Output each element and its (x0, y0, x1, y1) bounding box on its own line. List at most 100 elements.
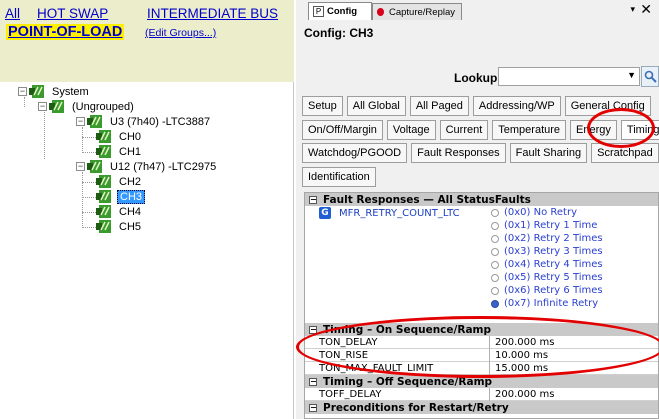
retry-option-label: (0x2) Retry 2 Times (504, 233, 603, 244)
tab-all-paged[interactable]: All Paged (409, 96, 469, 116)
config-tab-row: Identification (302, 167, 380, 188)
tree-label: CH4 (119, 205, 142, 218)
tab-current[interactable]: Current (439, 120, 489, 140)
close-icon[interactable]: ✕ (640, 1, 652, 18)
tree-label: System (52, 85, 89, 98)
radio-button[interactable] (491, 247, 499, 256)
retry-option[interactable]: (0x1) Retry 1 Time (491, 219, 603, 232)
tree-label: (Ungrouped) (72, 100, 134, 113)
tree-node-system[interactable]: − System (18, 84, 91, 99)
collapse-icon[interactable]: − (309, 403, 317, 412)
config-title: Config: CH3 (304, 26, 374, 40)
retry-option[interactable]: (0x3) Retry 3 Times (491, 245, 603, 258)
collapse-icon[interactable]: − (76, 117, 85, 126)
tree-node-ch1[interactable]: CH1 (96, 144, 143, 159)
record-icon (377, 8, 384, 16)
retry-count-label: MFR_RETRY_COUNT_LTC (339, 207, 460, 219)
tree-label: CH0 (119, 130, 142, 143)
collapse-icon[interactable]: − (309, 377, 317, 386)
tab-all-global[interactable]: All Global (346, 96, 406, 116)
group-link-all[interactable]: All (5, 6, 20, 21)
radio-button[interactable] (491, 299, 499, 308)
retry-option-label: (0x7) Infinite Retry (504, 298, 599, 309)
lookup-label: Lookup: (454, 71, 502, 85)
radio-button[interactable] (491, 286, 499, 295)
group-link-hot-swap[interactable]: HOT SWAP (37, 6, 108, 21)
chip-icon (49, 100, 64, 113)
property-row-toff-delay[interactable]: TOFF_DELAY 200.000 ms (305, 388, 658, 401)
chip-icon (96, 220, 111, 233)
tab-capture-replay[interactable]: Capture/Replay (372, 3, 462, 20)
retry-option-label: (0x6) Retry 6 Times (504, 285, 603, 296)
category-fault-responses[interactable]: − Fault Responses — All StatusFaults (305, 193, 658, 206)
radio-button[interactable] (491, 221, 499, 230)
tab-identification[interactable]: Identification (302, 167, 376, 187)
tab-on-off-margin[interactable]: On/Off/Margin (302, 120, 383, 140)
tab-config[interactable]: P Config (308, 2, 372, 20)
retry-option[interactable]: (0x5) Retry 5 Times (491, 271, 603, 284)
collapse-icon[interactable]: − (18, 87, 27, 96)
tree-label: U3 (7h40) -LTC3887 (110, 115, 211, 128)
lookup-input[interactable]: ▼ (498, 67, 640, 86)
tree-node-ch5[interactable]: CH5 (96, 219, 143, 234)
tree-node-ch3[interactable]: CH3 (96, 189, 146, 204)
tree-node-ch0[interactable]: CH0 (96, 129, 143, 144)
tab-menu-icon[interactable]: ▾ (630, 4, 635, 15)
radio-button[interactable] (491, 273, 499, 282)
tree-node-ch4[interactable]: CH4 (96, 204, 143, 219)
tab-setup[interactable]: Setup (302, 96, 343, 116)
radio-button[interactable] (491, 208, 499, 217)
retry-option-selected[interactable]: (0x7) Infinite Retry (491, 297, 603, 310)
tab-watchdog-pgood[interactable]: Watchdog/PGOOD (302, 143, 408, 163)
category-label: Preconditions for Restart/Retry (323, 401, 509, 414)
chip-icon (96, 205, 111, 218)
tree-label: CH3 (117, 189, 146, 204)
tab-config-label: Config (327, 6, 358, 17)
chip-icon (87, 160, 102, 173)
tree-node-ungrouped[interactable]: − (Ungrouped) (38, 99, 136, 114)
chip-icon (87, 115, 102, 128)
property-value[interactable]: 200.000 ms (492, 388, 554, 401)
tree-node-u3[interactable]: − U3 (7h40) -LTC3887 (76, 114, 212, 129)
annotation-circle-on-sequence (296, 316, 659, 378)
tree-label: CH2 (119, 175, 142, 188)
tree-label: CH1 (119, 145, 142, 158)
tab-addressing-wp[interactable]: Addressing/WP (472, 96, 561, 116)
tab-voltage[interactable]: Voltage (386, 120, 436, 140)
radio-button[interactable] (491, 234, 499, 243)
tree-node-ch2[interactable]: CH2 (96, 174, 143, 189)
retry-option[interactable]: (0x0) No Retry (491, 206, 603, 219)
annotation-circle-timing (587, 108, 655, 148)
radio-button[interactable] (491, 260, 499, 269)
tree-label: CH5 (119, 220, 142, 233)
group-link-point-of-load[interactable]: POINT-OF-LOAD (6, 24, 125, 40)
collapse-icon[interactable]: − (309, 195, 317, 204)
dropdown-arrow-icon[interactable]: ▼ (627, 70, 636, 80)
register-icon: G (319, 207, 331, 219)
config-tab-row: Watchdog/PGOOD Fault Responses Fault Sha… (302, 143, 659, 164)
property-name: G MFR_RETRY_COUNT_LTC (319, 207, 460, 219)
retry-option[interactable]: (0x6) Retry 6 Times (491, 284, 603, 297)
left-pane: All HOT SWAP INTERMEDIATE BUS POINT-OF-L… (0, 0, 294, 419)
lookup-search-button[interactable] (641, 66, 659, 87)
category-preconditions[interactable]: − Preconditions for Restart/Retry (305, 401, 658, 414)
tab-temperature[interactable]: Temperature (492, 120, 567, 140)
retry-option-label: (0x5) Retry 5 Times (504, 272, 603, 283)
chip-icon (29, 85, 44, 98)
chip-icon (96, 190, 111, 203)
retry-option-label: (0x0) No Retry (504, 207, 578, 218)
chip-icon (96, 130, 111, 143)
device-tree: − System − (Ungrouped) − U3 (7h40) -LTC3… (0, 82, 294, 419)
tab-fault-responses[interactable]: Fault Responses (411, 143, 506, 163)
retry-option[interactable]: (0x4) Retry 4 Times (491, 258, 603, 271)
group-link-intermediate-bus[interactable]: INTERMEDIATE BUS (147, 6, 278, 21)
edit-groups-link[interactable]: (Edit Groups...) (145, 27, 216, 39)
tab-fault-sharing[interactable]: Fault Sharing (509, 143, 588, 163)
tree-node-u12[interactable]: − U12 (7h47) -LTC2975 (76, 159, 218, 174)
collapse-icon[interactable]: − (38, 102, 47, 111)
p-icon: P (313, 6, 324, 17)
retry-option[interactable]: (0x2) Retry 2 Times (491, 232, 603, 245)
retry-option-label: (0x3) Retry 3 Times (504, 246, 603, 257)
collapse-icon[interactable]: − (76, 162, 85, 171)
retry-options: (0x0) No Retry (0x1) Retry 1 Time (0x2) … (491, 206, 603, 310)
